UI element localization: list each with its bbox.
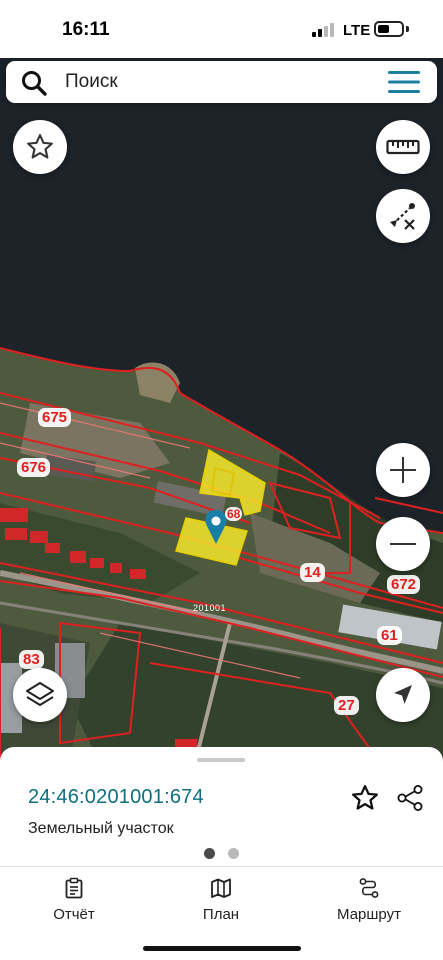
sheet-handle[interactable] [197, 758, 245, 762]
page-dot-active[interactable] [204, 848, 215, 859]
quarter-label: 201001 [193, 603, 227, 613]
measure-line-icon [390, 203, 415, 230]
route-icon [359, 878, 379, 898]
favorite-button[interactable] [13, 120, 67, 174]
star-icon [27, 134, 53, 159]
ruler-icon [386, 139, 420, 155]
parcel-label[interactable]: 27 [334, 696, 359, 715]
search-icon[interactable] [20, 69, 48, 97]
page-dot[interactable] [228, 848, 239, 859]
tab-route[interactable]: Маршрут [309, 877, 429, 927]
status-time: 16:11 [62, 19, 110, 40]
layers-icon [26, 682, 54, 706]
parcel-label[interactable]: 676 [17, 458, 51, 477]
search-input[interactable]: Поиск [65, 71, 118, 93]
battery-cap [406, 26, 409, 32]
minus-icon [390, 543, 416, 545]
map-view[interactable]: 675 676 14 672 61 83 27 68 201001 [0, 103, 443, 763]
screen: 16:11 LTE Поиск 675 676 14 672 61 83 27 … [0, 0, 443, 960]
search-bar[interactable]: Поиск [6, 61, 437, 103]
object-info-sheet[interactable]: 24:46:0201001:674 Земельный участок [0, 747, 443, 867]
status-bar: 16:11 LTE [0, 0, 443, 58]
menu-icon[interactable] [388, 70, 420, 94]
satellite-map[interactable] [0, 103, 443, 763]
tab-report[interactable]: Отчёт [14, 877, 134, 927]
network-type: LTE [343, 22, 371, 39]
cadastral-number[interactable]: 24:46:0201001:674 [28, 786, 204, 809]
tab-plan[interactable]: План [161, 877, 281, 927]
parcel-label[interactable]: 68 [225, 507, 243, 521]
zoom-out-button[interactable] [376, 517, 430, 571]
tab-bar: Отчёт План Маршрут [0, 866, 443, 960]
layers-button[interactable] [13, 668, 67, 722]
parcel-label[interactable]: 672 [387, 575, 421, 594]
tab-report-label: Отчёт [53, 906, 95, 923]
report-icon [65, 877, 83, 899]
share-icon[interactable] [395, 783, 425, 813]
star-icon[interactable] [350, 783, 380, 813]
battery-icon [374, 21, 404, 37]
parcel-label[interactable]: 83 [19, 650, 44, 669]
tab-plan-label: План [202, 906, 240, 923]
zoom-in-button[interactable] [376, 443, 430, 497]
navigation-arrow-icon [394, 685, 412, 704]
tab-route-label: Маршрут [337, 906, 401, 923]
plus-icon [390, 457, 416, 483]
ruler-button[interactable] [376, 120, 430, 174]
parcel-label[interactable]: 675 [38, 408, 72, 427]
measure-distance-button[interactable] [376, 189, 430, 243]
parcel-label[interactable]: 14 [300, 563, 325, 582]
map-plan-icon [211, 878, 231, 898]
object-type: Земельный участок [28, 820, 174, 837]
parcel-label[interactable]: 61 [377, 626, 402, 645]
my-location-button[interactable] [376, 668, 430, 722]
signal-icon [312, 23, 336, 37]
home-indicator[interactable] [143, 946, 301, 951]
